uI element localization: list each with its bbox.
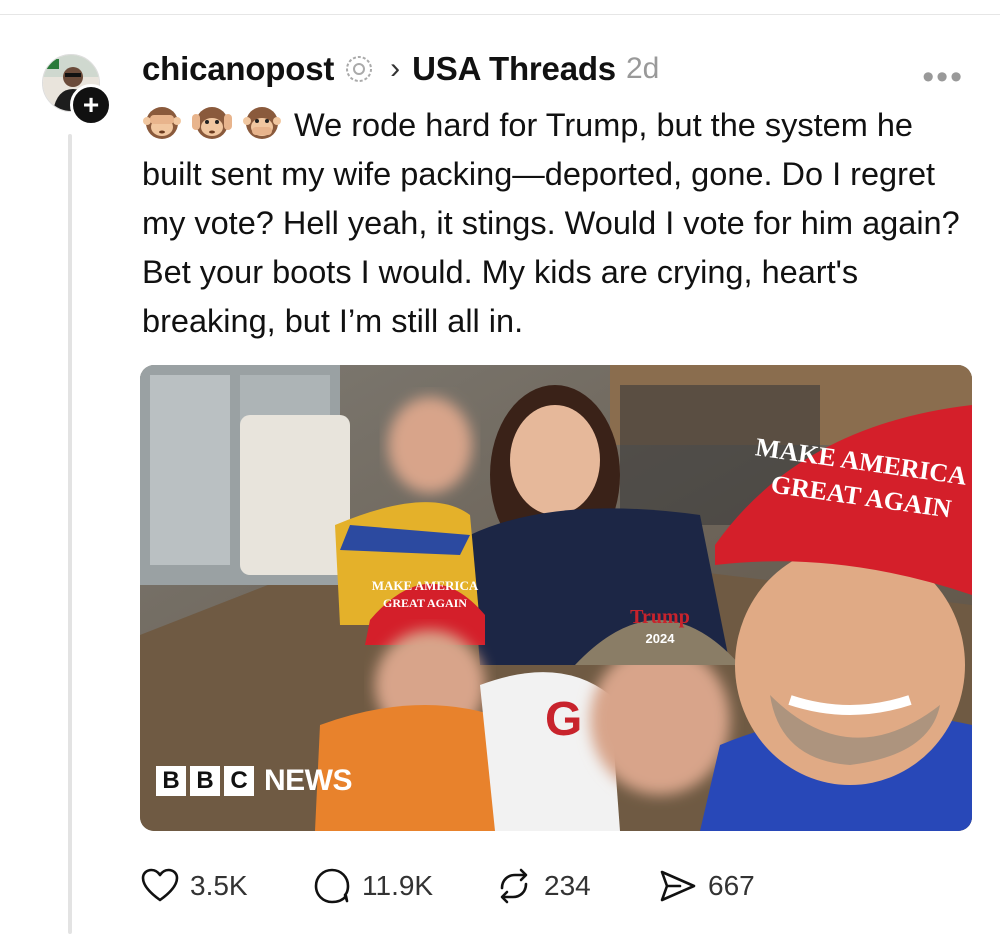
- post-header: chicanopost › USA Threads 2d: [142, 48, 659, 90]
- post-image[interactable]: MAKE AMERICA GREAT AGAIN G Trump 2024 MA…: [140, 365, 972, 831]
- post-time: 2d: [625, 52, 660, 85]
- like-count: 3.5K: [190, 870, 248, 901]
- threads-badge-icon: [346, 56, 373, 82]
- speak-no-evil-monkey-icon: [243, 107, 281, 139]
- emoji-group: [142, 102, 282, 142]
- bbc-letter: C: [224, 766, 254, 796]
- repost-count: 234: [544, 870, 591, 901]
- share-count: 667: [708, 870, 755, 901]
- thread-line: [68, 134, 72, 934]
- hear-no-evil-monkey-icon: [192, 107, 232, 139]
- follow-plus-button[interactable]: +: [70, 84, 112, 126]
- more-options-icon[interactable]: •••: [922, 60, 964, 94]
- heart-icon: [141, 868, 179, 902]
- trump-hat-line1: Trump: [630, 606, 690, 628]
- reply-bubble-icon: [314, 868, 350, 904]
- family-photo-image: MAKE AMERICA GREAT AGAIN G Trump 2024 MA…: [140, 365, 972, 831]
- like-button[interactable]: 3.5K: [140, 866, 312, 906]
- bbc-news-watermark: B B C NEWS: [156, 764, 353, 798]
- reply-button[interactable]: 11.9K: [312, 866, 494, 906]
- post-body: We rode hard for Trump, but the system h…: [142, 101, 972, 346]
- child-hat-line1: MAKE AMERICA: [372, 578, 479, 593]
- share-button[interactable]: 667: [658, 866, 798, 906]
- repost-button[interactable]: 234: [494, 866, 658, 906]
- trump-hat-line2: 2024: [646, 631, 676, 646]
- repost-icon: [500, 868, 528, 904]
- svg-text:G: G: [545, 693, 582, 746]
- chevron-right-icon: ›: [390, 52, 401, 85]
- bbc-news-word: NEWS: [264, 764, 353, 797]
- community-link[interactable]: USA Threads: [412, 50, 616, 88]
- send-icon: [660, 870, 696, 902]
- bbc-letter: B: [156, 766, 186, 796]
- username-link[interactable]: chicanopost: [142, 50, 334, 88]
- action-bar: 3.5K 11.9K 234 667: [140, 866, 798, 906]
- child-hat-line2: GREAT AGAIN: [383, 596, 467, 610]
- bbc-letter: B: [190, 766, 220, 796]
- reply-count: 11.9K: [362, 870, 434, 901]
- see-no-evil-monkey-icon: [143, 107, 181, 139]
- top-divider: [0, 14, 1000, 15]
